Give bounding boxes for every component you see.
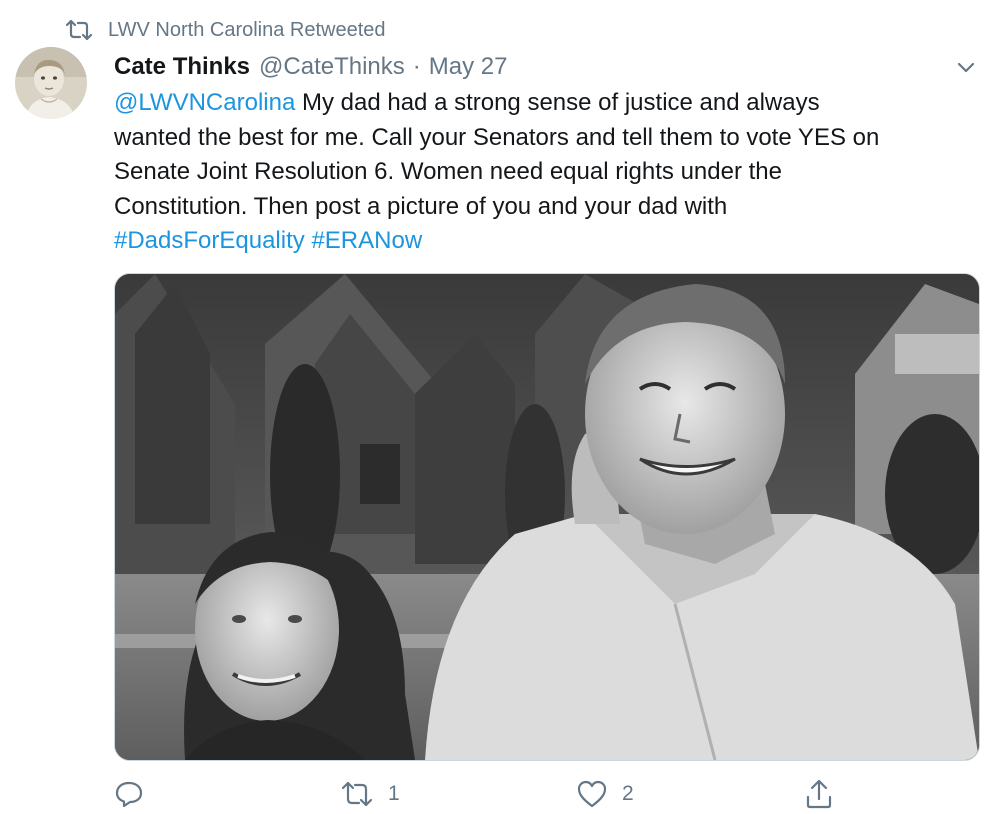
hashtag-link[interactable]: #ERANow [311, 227, 422, 254]
tweet-text-line3: Senate Joint Resolution 6. Women need eq… [114, 158, 782, 185]
author-name[interactable]: Cate Thinks [114, 53, 250, 81]
share-button[interactable] [804, 776, 834, 812]
reply-icon [115, 781, 143, 808]
tweet-date[interactable]: May 27 [429, 53, 508, 81]
retweet-icon [341, 781, 373, 807]
author-handle[interactable]: @CateThinks [259, 53, 405, 81]
separator-dot: · [412, 53, 421, 80]
avatar[interactable] [15, 47, 87, 119]
tweet-text-line1: My dad had a strong sense of justice and… [295, 89, 820, 116]
retweet-icon [65, 19, 93, 41]
tweet-text: @LWVNCarolina My dad had a strong sense … [114, 86, 994, 259]
retweet-count: 1 [388, 782, 400, 805]
mention-link[interactable]: @LWVNCarolina [114, 89, 295, 116]
tweet-actions: 1 2 [114, 776, 994, 812]
hashtag-link[interactable]: #DadsForEquality [114, 227, 305, 254]
like-button[interactable]: 2 [576, 776, 634, 812]
tweet-photo[interactable] [114, 273, 980, 761]
heart-icon [577, 780, 607, 808]
like-count: 2 [622, 782, 634, 805]
retweet-button[interactable]: 1 [340, 776, 400, 812]
retweet-context[interactable]: LWV North Carolina Retweeted [64, 16, 386, 44]
chevron-down-icon[interactable] [953, 56, 979, 78]
reply-button[interactable] [114, 776, 144, 812]
share-icon [806, 779, 832, 809]
tweet-text-line4: Constitution. Then post a picture of you… [114, 192, 728, 220]
retweet-context-text: LWV North Carolina Retweeted [108, 18, 386, 41]
tweet-text-line2: wanted the best for me. Call your Senato… [114, 123, 880, 151]
